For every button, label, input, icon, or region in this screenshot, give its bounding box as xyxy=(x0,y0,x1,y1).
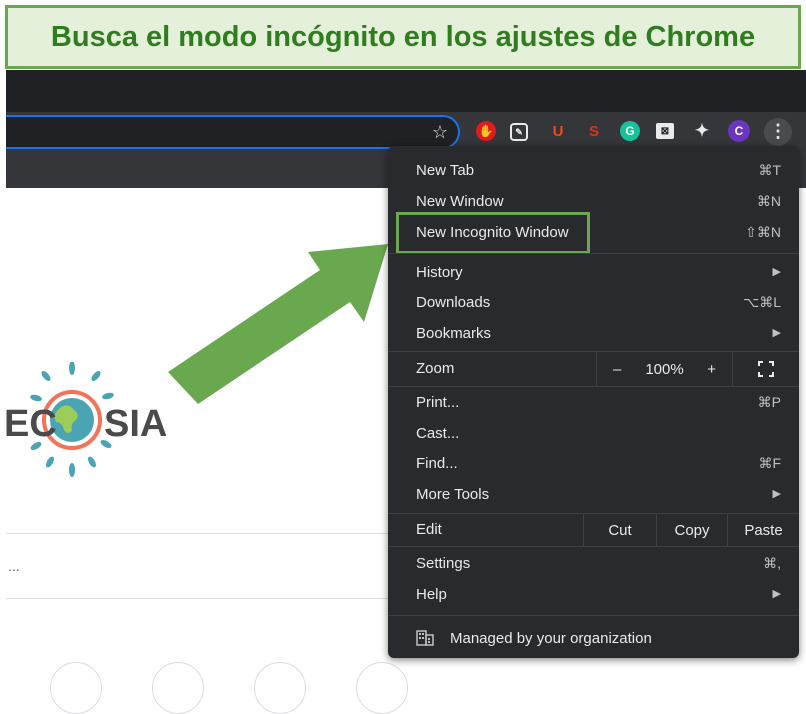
menu-label: More Tools xyxy=(416,486,490,503)
menu-item-new-tab[interactable]: New Tab ⌘T xyxy=(388,156,799,186)
menu-separator xyxy=(388,615,799,616)
menu-item-bookmarks[interactable]: Bookmarks ▶ xyxy=(388,319,799,349)
shortcut: ⌘F xyxy=(758,455,781,471)
shortcut: ⌘T xyxy=(758,162,781,178)
menu-item-settings[interactable]: Settings ⌘, xyxy=(388,549,799,579)
menu-label: Help xyxy=(416,586,447,603)
pointer-arrow xyxy=(168,244,388,404)
zoom-label: Zoom xyxy=(416,360,455,377)
building-icon xyxy=(416,630,434,646)
shortcut: ⇧⌘N xyxy=(745,224,781,240)
chrome-menu-button[interactable]: ⋮ xyxy=(764,118,792,146)
divider xyxy=(6,598,396,599)
menu-item-help[interactable]: Help ▶ xyxy=(388,580,799,610)
menu-item-find[interactable]: Find... ⌘F xyxy=(388,449,799,479)
menu-label: Find... xyxy=(416,455,458,472)
puzzle-icon[interactable]: ✦ xyxy=(692,121,712,141)
menu-label: Print... xyxy=(416,394,460,411)
ghostery-icon[interactable]: ⊠ xyxy=(656,123,674,139)
menu-separator xyxy=(388,386,799,387)
zoom-out-button[interactable]: – xyxy=(613,361,621,378)
submenu-arrow-icon: ▶ xyxy=(772,266,781,278)
shortcut: ⌘P xyxy=(757,394,781,410)
cut-button[interactable]: Cut xyxy=(583,514,656,546)
u-icon[interactable]: U xyxy=(548,121,568,141)
menu-label: Settings xyxy=(416,555,471,572)
fullscreen-icon xyxy=(758,361,774,377)
edit-icon[interactable]: ✎ xyxy=(510,123,528,141)
menu-item-cast[interactable]: Cast... xyxy=(388,419,799,449)
menu-item-more-tools[interactable]: More Tools ▶ xyxy=(388,480,799,510)
submenu-arrow-icon: ▶ xyxy=(772,327,781,339)
profile-avatar[interactable]: C xyxy=(728,120,750,142)
shortcut-tile[interactable] xyxy=(152,662,204,714)
address-bar[interactable]: ☆ xyxy=(6,115,460,149)
menu-label: Downloads xyxy=(416,294,491,311)
submenu-arrow-icon: ▶ xyxy=(772,488,781,500)
ublock-icon[interactable]: ✋ xyxy=(476,121,496,141)
menu-label: New Tab xyxy=(416,162,475,179)
ecosia-logo: EC SIA xyxy=(6,362,166,477)
fullscreen-button[interactable] xyxy=(732,352,799,386)
menu-item-history[interactable]: History ▶ xyxy=(388,258,799,288)
menu-label: History xyxy=(416,264,463,281)
copy-button[interactable]: Copy xyxy=(656,514,727,546)
zoom-controls: – 100% + xyxy=(596,352,732,386)
zoom-level: 100% xyxy=(645,360,684,378)
chrome-menu: New Tab ⌘T New Window ⌘N New Incognito W… xyxy=(388,146,799,658)
zoom-row: Zoom – 100% + xyxy=(388,352,799,386)
shortcut-tile[interactable] xyxy=(254,662,306,714)
submenu-arrow-icon: ▶ xyxy=(772,588,781,600)
tab-strip xyxy=(6,70,806,112)
grammarly-icon[interactable]: G xyxy=(620,121,640,141)
logo-text-right: SIA xyxy=(104,403,166,445)
logo-text-left: EC xyxy=(6,403,57,445)
truncated-text: ... xyxy=(8,558,20,574)
shortcut: ⌥⌘L xyxy=(743,294,781,310)
shortcut-tile[interactable] xyxy=(50,662,102,714)
edit-label: Edit xyxy=(416,521,442,538)
seo-icon[interactable]: S xyxy=(584,121,604,141)
menu-separator xyxy=(388,253,799,254)
menu-label: Cast... xyxy=(416,425,460,442)
zoom-in-button[interactable]: + xyxy=(707,361,716,378)
paste-button[interactable]: Paste xyxy=(727,514,799,546)
menu-label: Bookmarks xyxy=(416,325,492,342)
menu-separator xyxy=(388,546,799,547)
shortcut: ⌘N xyxy=(756,193,781,209)
highlight-box xyxy=(396,212,590,254)
banner-title: Busca el modo incógnito en los ajustes d… xyxy=(50,20,756,53)
shortcut: ⌘, xyxy=(763,555,781,571)
title-banner: Busca el modo incógnito en los ajustes d… xyxy=(5,5,801,69)
menu-label: New Window xyxy=(416,193,504,210)
edit-row: Edit Cut Copy Paste xyxy=(388,514,799,546)
managed-label: Managed by your organization xyxy=(450,630,652,647)
menu-item-downloads[interactable]: Downloads ⌥⌘L xyxy=(388,288,799,318)
shortcut-tile[interactable] xyxy=(356,662,408,714)
bookmark-star-icon[interactable]: ☆ xyxy=(432,122,448,143)
managed-by-org[interactable]: Managed by your organization xyxy=(388,620,799,658)
divider xyxy=(6,533,396,534)
menu-item-print[interactable]: Print... ⌘P xyxy=(388,388,799,418)
